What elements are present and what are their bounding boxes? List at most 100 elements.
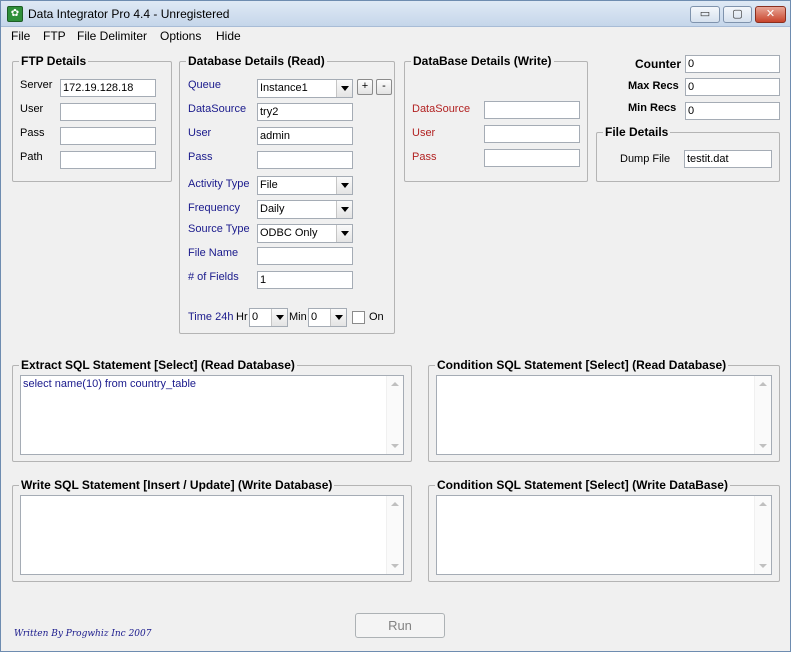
chevron-down-icon xyxy=(336,80,352,97)
write-pass-label: Pass xyxy=(412,151,437,163)
minute-select[interactable]: 0 xyxy=(308,308,347,327)
title-bar: ✿ Data Integrator Pro 4.4 - Unregistered… xyxy=(1,1,790,27)
frequency-select[interactable]: Daily xyxy=(257,200,353,219)
schedule-on-checkbox[interactable] xyxy=(352,311,365,324)
chevron-down-icon xyxy=(336,225,352,242)
write-user-input[interactable] xyxy=(484,125,580,143)
ftp-server-label: Server xyxy=(20,79,53,91)
condition-write-sql-textarea[interactable] xyxy=(436,495,772,575)
menu-hide[interactable]: Hide xyxy=(214,29,243,43)
queue-remove-button[interactable]: - xyxy=(376,79,392,95)
max-recs-label: Max Recs xyxy=(628,80,679,92)
ftp-path-input[interactable] xyxy=(60,151,156,169)
num-fields-input[interactable]: 1 xyxy=(257,271,353,289)
menu-file[interactable]: File xyxy=(9,29,32,43)
minute-label: Min xyxy=(289,311,307,323)
min-recs-label: Min Recs xyxy=(628,102,677,114)
queue-label: Queue xyxy=(188,79,222,91)
extract-sql-title: Extract SQL Statement [Select] (Read Dat… xyxy=(19,358,297,372)
read-database-title: Database Details (Read) xyxy=(186,54,327,68)
chevron-down-icon xyxy=(336,201,352,218)
ftp-details-title: FTP Details xyxy=(19,54,89,68)
condition-write-sql-scrollbar[interactable] xyxy=(754,496,771,574)
counter-input[interactable]: 0 xyxy=(685,55,780,73)
menu-bar: File FTP File Delimiter Options Hide xyxy=(1,27,790,47)
scroll-up-icon[interactable] xyxy=(759,382,767,386)
min-recs-input[interactable]: 0 xyxy=(685,102,780,120)
frequency-label: Frequency xyxy=(188,202,240,214)
ftp-user-label: User xyxy=(20,103,44,115)
read-database-group: Database Details (Read) xyxy=(179,54,395,334)
hour-value: 0 xyxy=(252,311,259,323)
ftp-path-label: Path xyxy=(20,151,43,163)
write-sql-textarea[interactable] xyxy=(20,495,404,575)
scroll-up-icon[interactable] xyxy=(759,502,767,506)
chevron-down-icon xyxy=(271,309,287,326)
scroll-down-icon[interactable] xyxy=(391,444,399,448)
chevron-down-icon xyxy=(330,309,346,326)
write-datasource-input[interactable] xyxy=(484,101,580,119)
extract-sql-text: select name(10) from country_table xyxy=(23,378,197,390)
run-button[interactable]: Run xyxy=(355,613,445,638)
window-title: Data Integrator Pro 4.4 - Unregistered xyxy=(28,7,230,21)
frequency-value: Daily xyxy=(260,203,285,215)
minimize-button[interactable]: ▭ xyxy=(690,6,720,23)
write-user-label: User xyxy=(412,127,436,139)
file-name-label: File Name xyxy=(188,247,239,259)
source-type-value: ODBC Only xyxy=(260,227,318,239)
time-24h-label: Time 24h xyxy=(188,311,234,323)
source-type-select[interactable]: ODBC Only xyxy=(257,224,353,243)
read-datasource-input[interactable]: try2 xyxy=(257,103,353,121)
scroll-up-icon[interactable] xyxy=(391,502,399,506)
read-datasource-label: DataSource xyxy=(188,103,247,115)
maximize-button[interactable]: ▢ xyxy=(723,6,752,23)
extract-sql-textarea[interactable]: select name(10) from country_table xyxy=(20,375,404,455)
menu-options[interactable]: Options xyxy=(158,29,203,43)
read-user-input[interactable]: admin xyxy=(257,127,353,145)
read-pass-input[interactable] xyxy=(257,151,353,169)
scroll-down-icon[interactable] xyxy=(759,564,767,568)
schedule-on-label: On xyxy=(369,311,384,323)
scroll-up-icon[interactable] xyxy=(391,382,399,386)
menu-file-delimiter[interactable]: File Delimiter xyxy=(75,29,149,43)
hour-label: Hr xyxy=(236,311,248,323)
hour-select[interactable]: 0 xyxy=(249,308,288,327)
ftp-server-input[interactable]: 172.19.128.18 xyxy=(60,79,156,97)
app-logo-icon: ✿ xyxy=(7,6,23,22)
write-pass-input[interactable] xyxy=(484,149,580,167)
max-recs-input[interactable]: 0 xyxy=(685,78,780,96)
minute-value: 0 xyxy=(311,311,318,323)
ftp-user-input[interactable] xyxy=(60,103,156,121)
close-button[interactable]: ✕ xyxy=(755,6,786,23)
app-window: ✿ Data Integrator Pro 4.4 - Unregistered… xyxy=(0,0,791,652)
condition-write-sql-title: Condition SQL Statement [Select] (Write … xyxy=(435,478,730,492)
write-sql-scrollbar[interactable] xyxy=(386,496,403,574)
dump-file-input[interactable]: testit.dat xyxy=(684,150,772,168)
ftp-pass-label: Pass xyxy=(20,127,45,139)
scroll-down-icon[interactable] xyxy=(391,564,399,568)
chevron-down-icon xyxy=(336,177,352,194)
write-sql-title: Write SQL Statement [Insert / Update] (W… xyxy=(19,478,335,492)
read-pass-label: Pass xyxy=(188,151,213,163)
menu-ftp[interactable]: FTP xyxy=(41,29,68,43)
scroll-down-icon[interactable] xyxy=(759,444,767,448)
queue-select[interactable]: Instance1 xyxy=(257,79,353,98)
write-datasource-label: DataSource xyxy=(412,103,471,115)
read-user-label: User xyxy=(188,127,212,139)
extract-sql-scrollbar[interactable] xyxy=(386,376,403,454)
activity-type-value: File xyxy=(260,179,278,191)
close-icon: ✕ xyxy=(765,8,776,20)
activity-type-label: Activity Type xyxy=(188,178,250,190)
file-name-input[interactable] xyxy=(257,247,353,265)
activity-type-select[interactable]: File xyxy=(257,176,353,195)
dump-file-label: Dump File xyxy=(620,153,671,165)
write-database-title: DataBase Details (Write) xyxy=(411,54,554,68)
queue-value: Instance1 xyxy=(260,82,308,94)
ftp-pass-input[interactable] xyxy=(60,127,156,145)
file-details-title: File Details xyxy=(603,125,671,139)
maximize-icon: ▢ xyxy=(732,8,743,20)
condition-read-sql-scrollbar[interactable] xyxy=(754,376,771,454)
queue-add-button[interactable]: + xyxy=(357,79,373,95)
condition-read-sql-textarea[interactable] xyxy=(436,375,772,455)
condition-read-sql-title: Condition SQL Statement [Select] (Read D… xyxy=(435,358,729,372)
